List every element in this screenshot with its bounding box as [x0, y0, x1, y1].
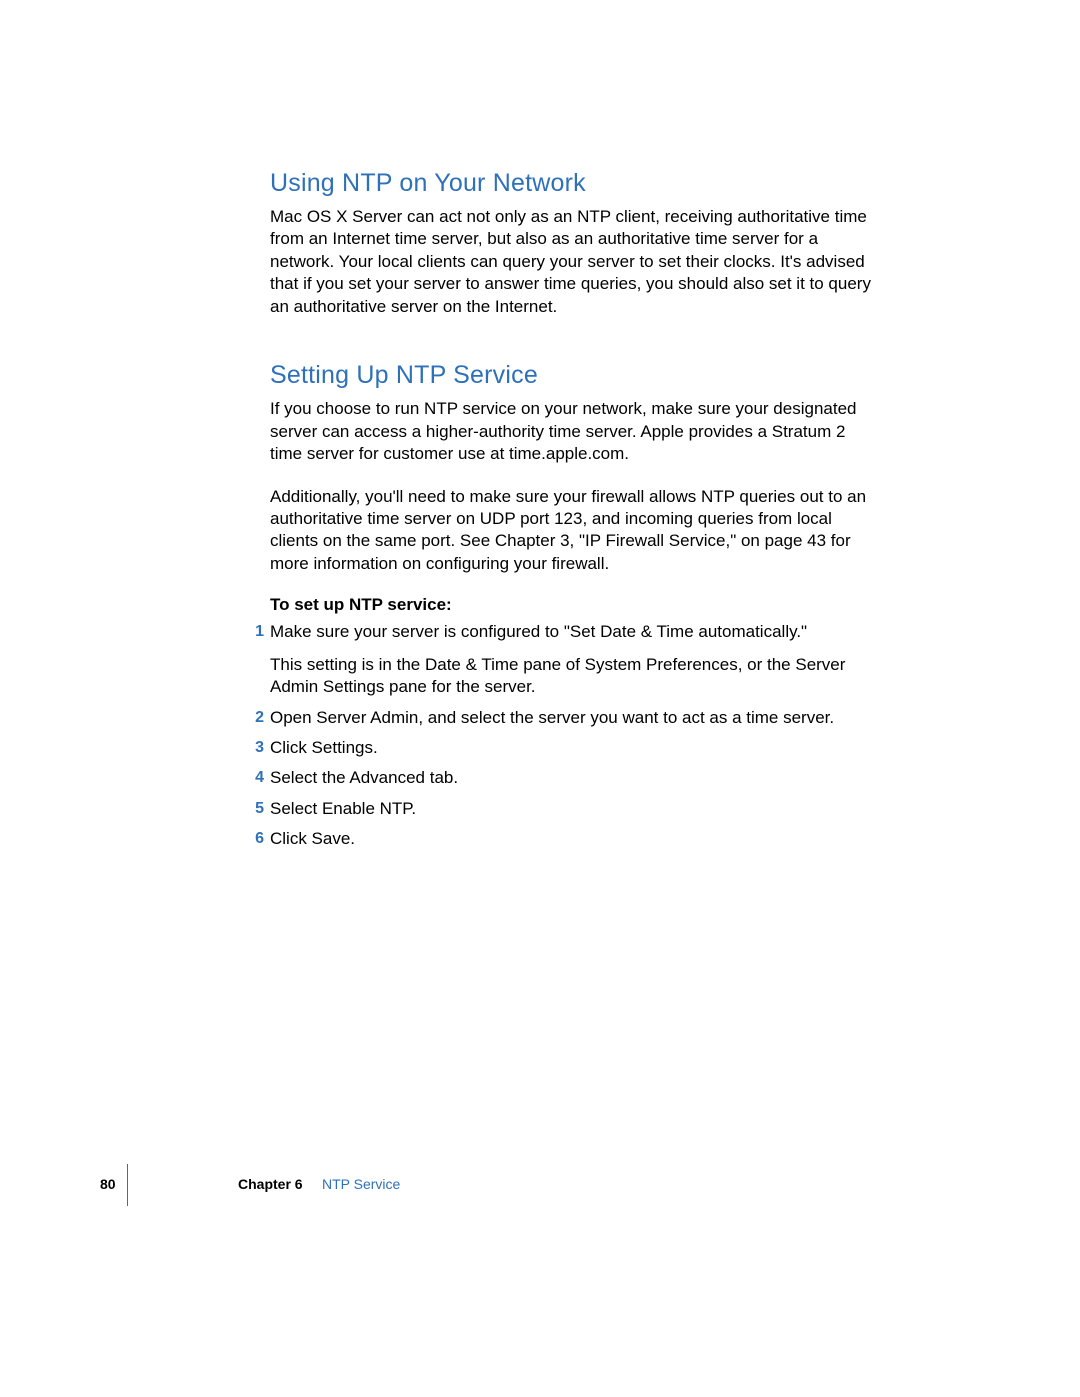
step: 4 Select the Advanced tab.: [270, 767, 880, 789]
page-number: 80: [100, 1176, 116, 1192]
step-text: Select Enable NTP.: [270, 798, 880, 820]
step-number: 4: [248, 767, 264, 788]
step-text: Open Server Admin, and select the server…: [270, 707, 880, 729]
chapter-label: Chapter 6: [238, 1176, 303, 1192]
section-heading-setting-up-ntp: Setting Up NTP Service: [270, 360, 880, 390]
body-paragraph: Mac OS X Server can act not only as an N…: [270, 206, 880, 318]
step-text: Make sure your server is configured to "…: [270, 621, 880, 643]
step-number: 1: [248, 621, 264, 642]
step-text: Click Save.: [270, 828, 880, 850]
step: 1 Make sure your server is configured to…: [270, 621, 880, 698]
page-footer: 80 Chapter 6 NTP Service: [0, 1172, 1080, 1202]
step-number: 6: [248, 828, 264, 849]
section-heading-using-ntp: Using NTP on Your Network: [270, 168, 880, 198]
step: 6 Click Save.: [270, 828, 880, 850]
step-number: 2: [248, 707, 264, 728]
footer-divider: [127, 1164, 128, 1206]
step: 3 Click Settings.: [270, 737, 880, 759]
step-number: 3: [248, 737, 264, 758]
procedure-subhead: To set up NTP service:: [270, 595, 880, 615]
procedure-steps: 1 Make sure your server is configured to…: [270, 621, 880, 851]
step-text: Click Settings.: [270, 737, 880, 759]
step: 2 Open Server Admin, and select the serv…: [270, 707, 880, 729]
step-number: 5: [248, 798, 264, 819]
body-paragraph: Additionally, you'll need to make sure y…: [270, 486, 880, 576]
section-gap: [270, 338, 880, 360]
body-paragraph: If you choose to run NTP service on your…: [270, 398, 880, 465]
step-text: Select the Advanced tab.: [270, 767, 880, 789]
chapter-title: NTP Service: [322, 1176, 400, 1192]
step: 5 Select Enable NTP.: [270, 798, 880, 820]
step-subtext: This setting is in the Date & Time pane …: [270, 654, 880, 699]
page: Using NTP on Your Network Mac OS X Serve…: [0, 0, 1080, 1397]
content-column: Using NTP on Your Network Mac OS X Serve…: [270, 168, 880, 851]
